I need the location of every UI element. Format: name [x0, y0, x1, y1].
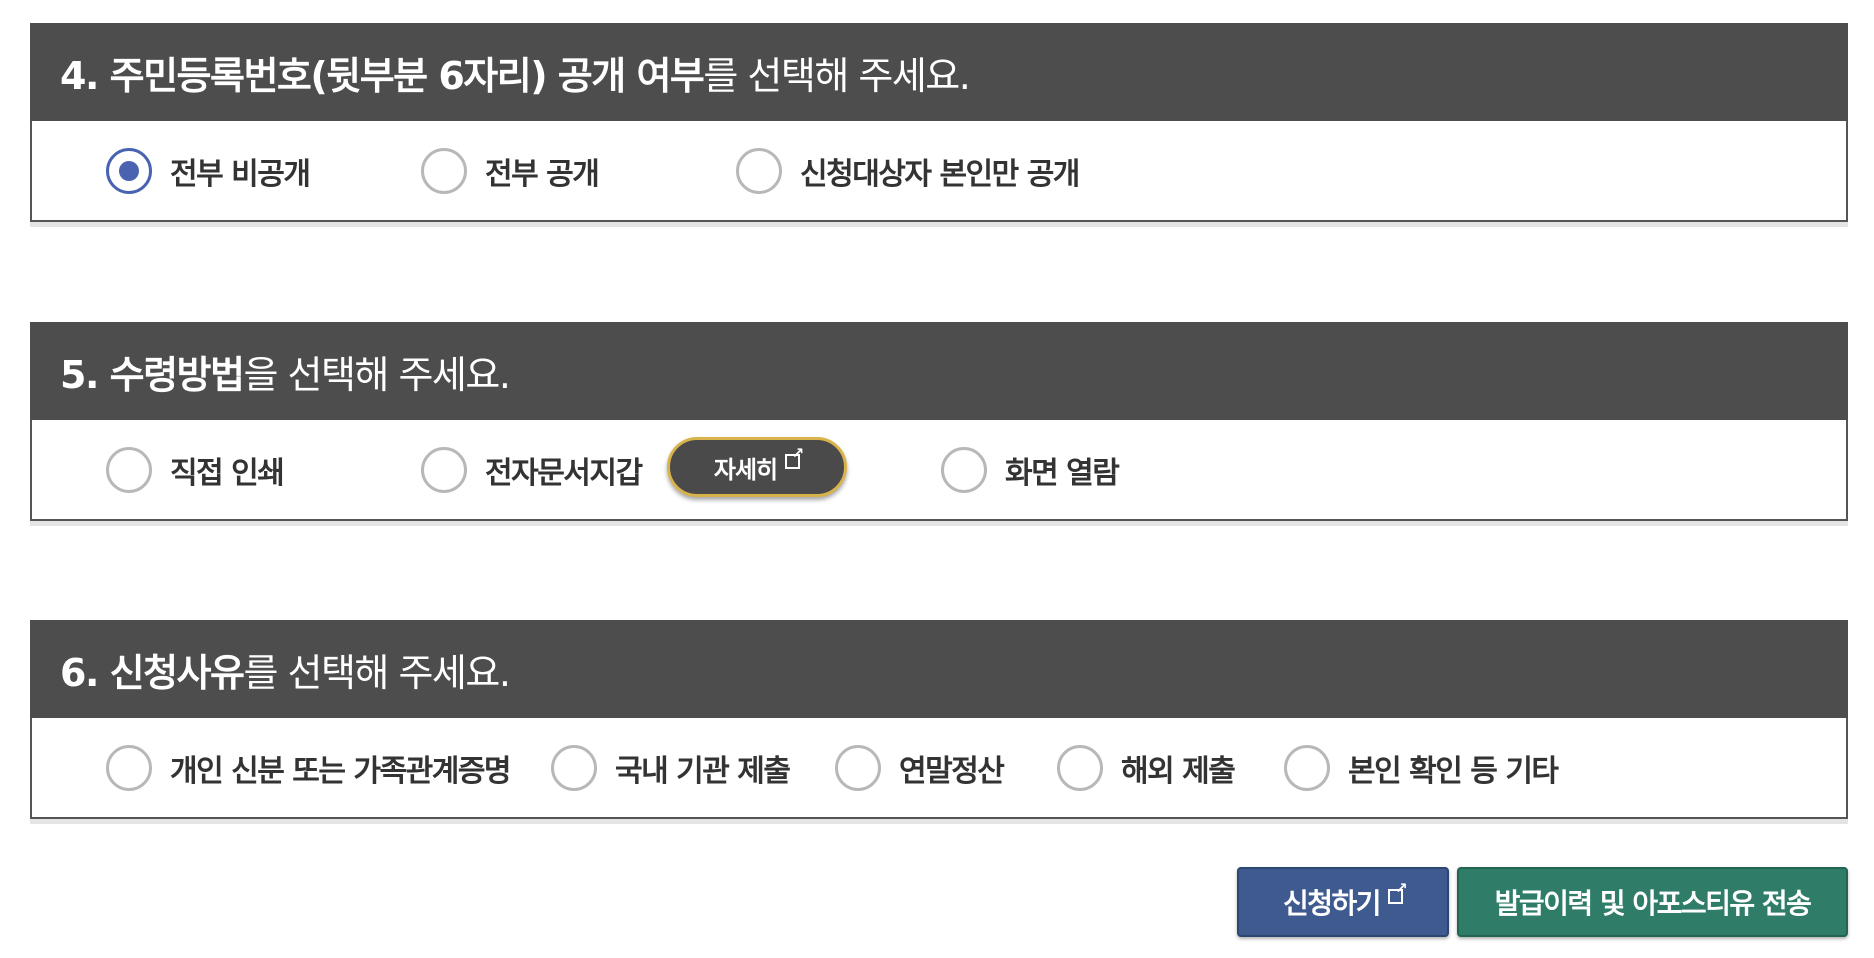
radio-option-direct-print[interactable]: 직접 인쇄 — [106, 420, 285, 519]
section-header: 4. 주민등록번호(뒷부분 6자리) 공개 여부 를 선택해 주세요. — [30, 23, 1848, 121]
radio-button-checked[interactable] — [106, 147, 152, 194]
radio-option-all-public[interactable]: 전부 공개 — [421, 121, 600, 220]
radio-button[interactable] — [1057, 744, 1103, 791]
radio-button[interactable] — [551, 744, 597, 791]
radio-option-domestic-submission[interactable]: 국내 기관 제출 — [551, 718, 791, 817]
section-header: 6. 신청사유 를 선택해 주세요. — [30, 620, 1848, 718]
send-apostille-button-label: 발급이력 및 아포스티유 전송 — [1494, 887, 1812, 920]
radio-group-application-reason: 개인 신분 또는 가족관계증명 국내 기관 제출 연말정산 해외 제출 본인 확… — [30, 718, 1848, 819]
section-title-suffix: 을 선택해 주세요. — [243, 352, 510, 397]
radio-option-self-only-public[interactable]: 신청대상자 본인만 공개 — [736, 121, 1080, 220]
section-title-suffix: 를 선택해 주세요. — [703, 53, 970, 98]
radio-label: 전부 비공개 — [170, 156, 311, 192]
radio-label: 국내 기관 제출 — [615, 753, 791, 789]
send-apostille-button[interactable]: 발급이력 및 아포스티유 전송 — [1457, 867, 1848, 937]
section-title: 4. 주민등록번호(뒷부분 6자리) 공개 여부 — [60, 53, 705, 98]
radio-label: 신청대상자 본인만 공개 — [800, 156, 1080, 192]
radio-group-receive-method: 직접 인쇄 전자문서지갑 화면 열람 — [30, 420, 1848, 521]
radio-option-e-wallet[interactable]: 전자문서지갑 — [421, 420, 643, 519]
radio-option-overseas-submission[interactable]: 해외 제출 — [1057, 718, 1236, 817]
section-rrn-disclosure: 4. 주민등록번호(뒷부분 6자리) 공개 여부 를 선택해 주세요. 전부 비공… — [30, 23, 1848, 222]
external-link-icon — [785, 446, 803, 469]
section-title: 6. 신청사유 — [60, 650, 245, 695]
radio-label: 개인 신분 또는 가족관계증명 — [170, 753, 512, 789]
radio-option-other[interactable]: 본인 확인 등 기타 — [1284, 718, 1559, 817]
radio-group-rrn-disclosure: 전부 비공개 전부 공개 신청대상자 본인만 공개 — [30, 121, 1848, 222]
radio-label: 해외 제출 — [1121, 753, 1236, 789]
section-receive-method: 5. 수령방법 을 선택해 주세요. 직접 인쇄 전자문서지갑 화면 열람 — [30, 322, 1848, 521]
radio-button[interactable] — [106, 446, 152, 493]
radio-button[interactable] — [835, 744, 881, 791]
detail-button[interactable]: 자세히 — [667, 437, 847, 497]
radio-option-all-private[interactable]: 전부 비공개 — [106, 121, 311, 220]
radio-label: 연말정산 — [899, 753, 1005, 789]
apply-button-label: 신청하기 — [1282, 887, 1382, 920]
radio-option-identity-family[interactable]: 개인 신분 또는 가족관계증명 — [106, 718, 512, 817]
radio-button[interactable] — [421, 446, 467, 493]
radio-label: 직접 인쇄 — [170, 455, 285, 491]
radio-button[interactable] — [941, 446, 987, 493]
radio-label: 전자문서지갑 — [485, 455, 643, 491]
radio-label: 화면 열람 — [1005, 455, 1120, 491]
section-application-reason: 6. 신청사유 를 선택해 주세요. 개인 신분 또는 가족관계증명 국내 기관 … — [30, 620, 1848, 819]
radio-button[interactable] — [1284, 744, 1330, 791]
radio-option-screen-view[interactable]: 화면 열람 — [941, 420, 1120, 519]
radio-button[interactable] — [106, 744, 152, 791]
section-title: 5. 수령방법 — [60, 352, 245, 397]
external-link-icon — [1388, 881, 1406, 904]
radio-option-year-end-tax[interactable]: 연말정산 — [835, 718, 1005, 817]
radio-label: 전부 공개 — [485, 156, 600, 192]
detail-button-label: 자세히 — [713, 455, 778, 484]
radio-button[interactable] — [421, 147, 467, 194]
section-header: 5. 수령방법 을 선택해 주세요. — [30, 322, 1848, 420]
radio-button[interactable] — [736, 147, 782, 194]
section-title-suffix: 를 선택해 주세요. — [243, 650, 510, 695]
radio-label: 본인 확인 등 기타 — [1348, 753, 1559, 789]
apply-button[interactable]: 신청하기 — [1237, 867, 1449, 937]
